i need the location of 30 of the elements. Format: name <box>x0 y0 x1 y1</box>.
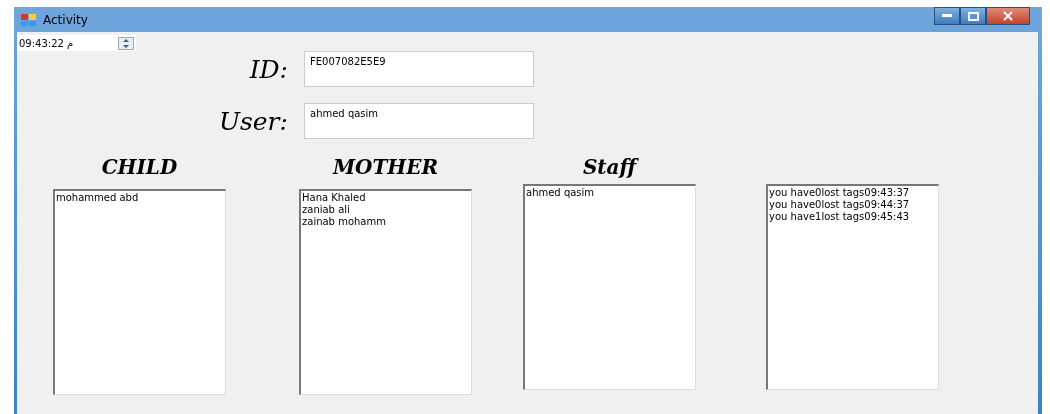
list-box[interactable]: ahmed qasim <box>523 184 696 390</box>
list-box[interactable]: mohammed abd <box>53 189 226 395</box>
spinner-icon[interactable] <box>118 36 134 50</box>
minimize-button[interactable] <box>934 7 960 25</box>
app-icon <box>21 12 37 27</box>
list-item[interactable]: mohammed abd <box>56 192 224 204</box>
close-icon <box>1003 11 1013 21</box>
window-title: Activity <box>43 12 88 27</box>
list-heading: CHILD <box>101 154 178 181</box>
list-item[interactable]: you have1lost tags09:45:43 <box>769 211 937 223</box>
list-heading: Staff <box>582 154 637 181</box>
time-picker[interactable]: 09:43:22 م <box>17 35 136 51</box>
maximize-icon <box>967 11 979 21</box>
close-button[interactable] <box>986 7 1030 25</box>
user-field[interactable]: ahmed qasim <box>304 103 534 139</box>
user-label: User: <box>217 106 289 136</box>
list-heading: MOTHER <box>332 154 439 181</box>
list-item[interactable]: ahmed qasim <box>526 187 694 199</box>
id-field[interactable]: FE007082E5E9 <box>304 51 534 87</box>
list-item[interactable]: Hana Khaled <box>302 192 470 204</box>
time-value: 09:43:22 م <box>19 37 74 49</box>
list-box[interactable]: Hana Khaled zaniab ali zainab mohamm <box>299 189 472 395</box>
list-item[interactable]: you have0lost tags09:43:37 <box>769 187 937 199</box>
list-item[interactable]: zainab mohamm <box>302 216 470 228</box>
id-label: ID: <box>248 54 289 84</box>
maximize-button[interactable] <box>960 7 986 25</box>
minimize-icon <box>942 14 952 18</box>
list-item[interactable]: zaniab ali <box>302 204 470 216</box>
list-box[interactable]: you have0lost tags09:43:37 you have0lost tags09:44:37 you have1lost tags09:45:43 <box>766 184 939 390</box>
list-item[interactable]: you have0lost tags09:44:37 <box>769 199 937 211</box>
